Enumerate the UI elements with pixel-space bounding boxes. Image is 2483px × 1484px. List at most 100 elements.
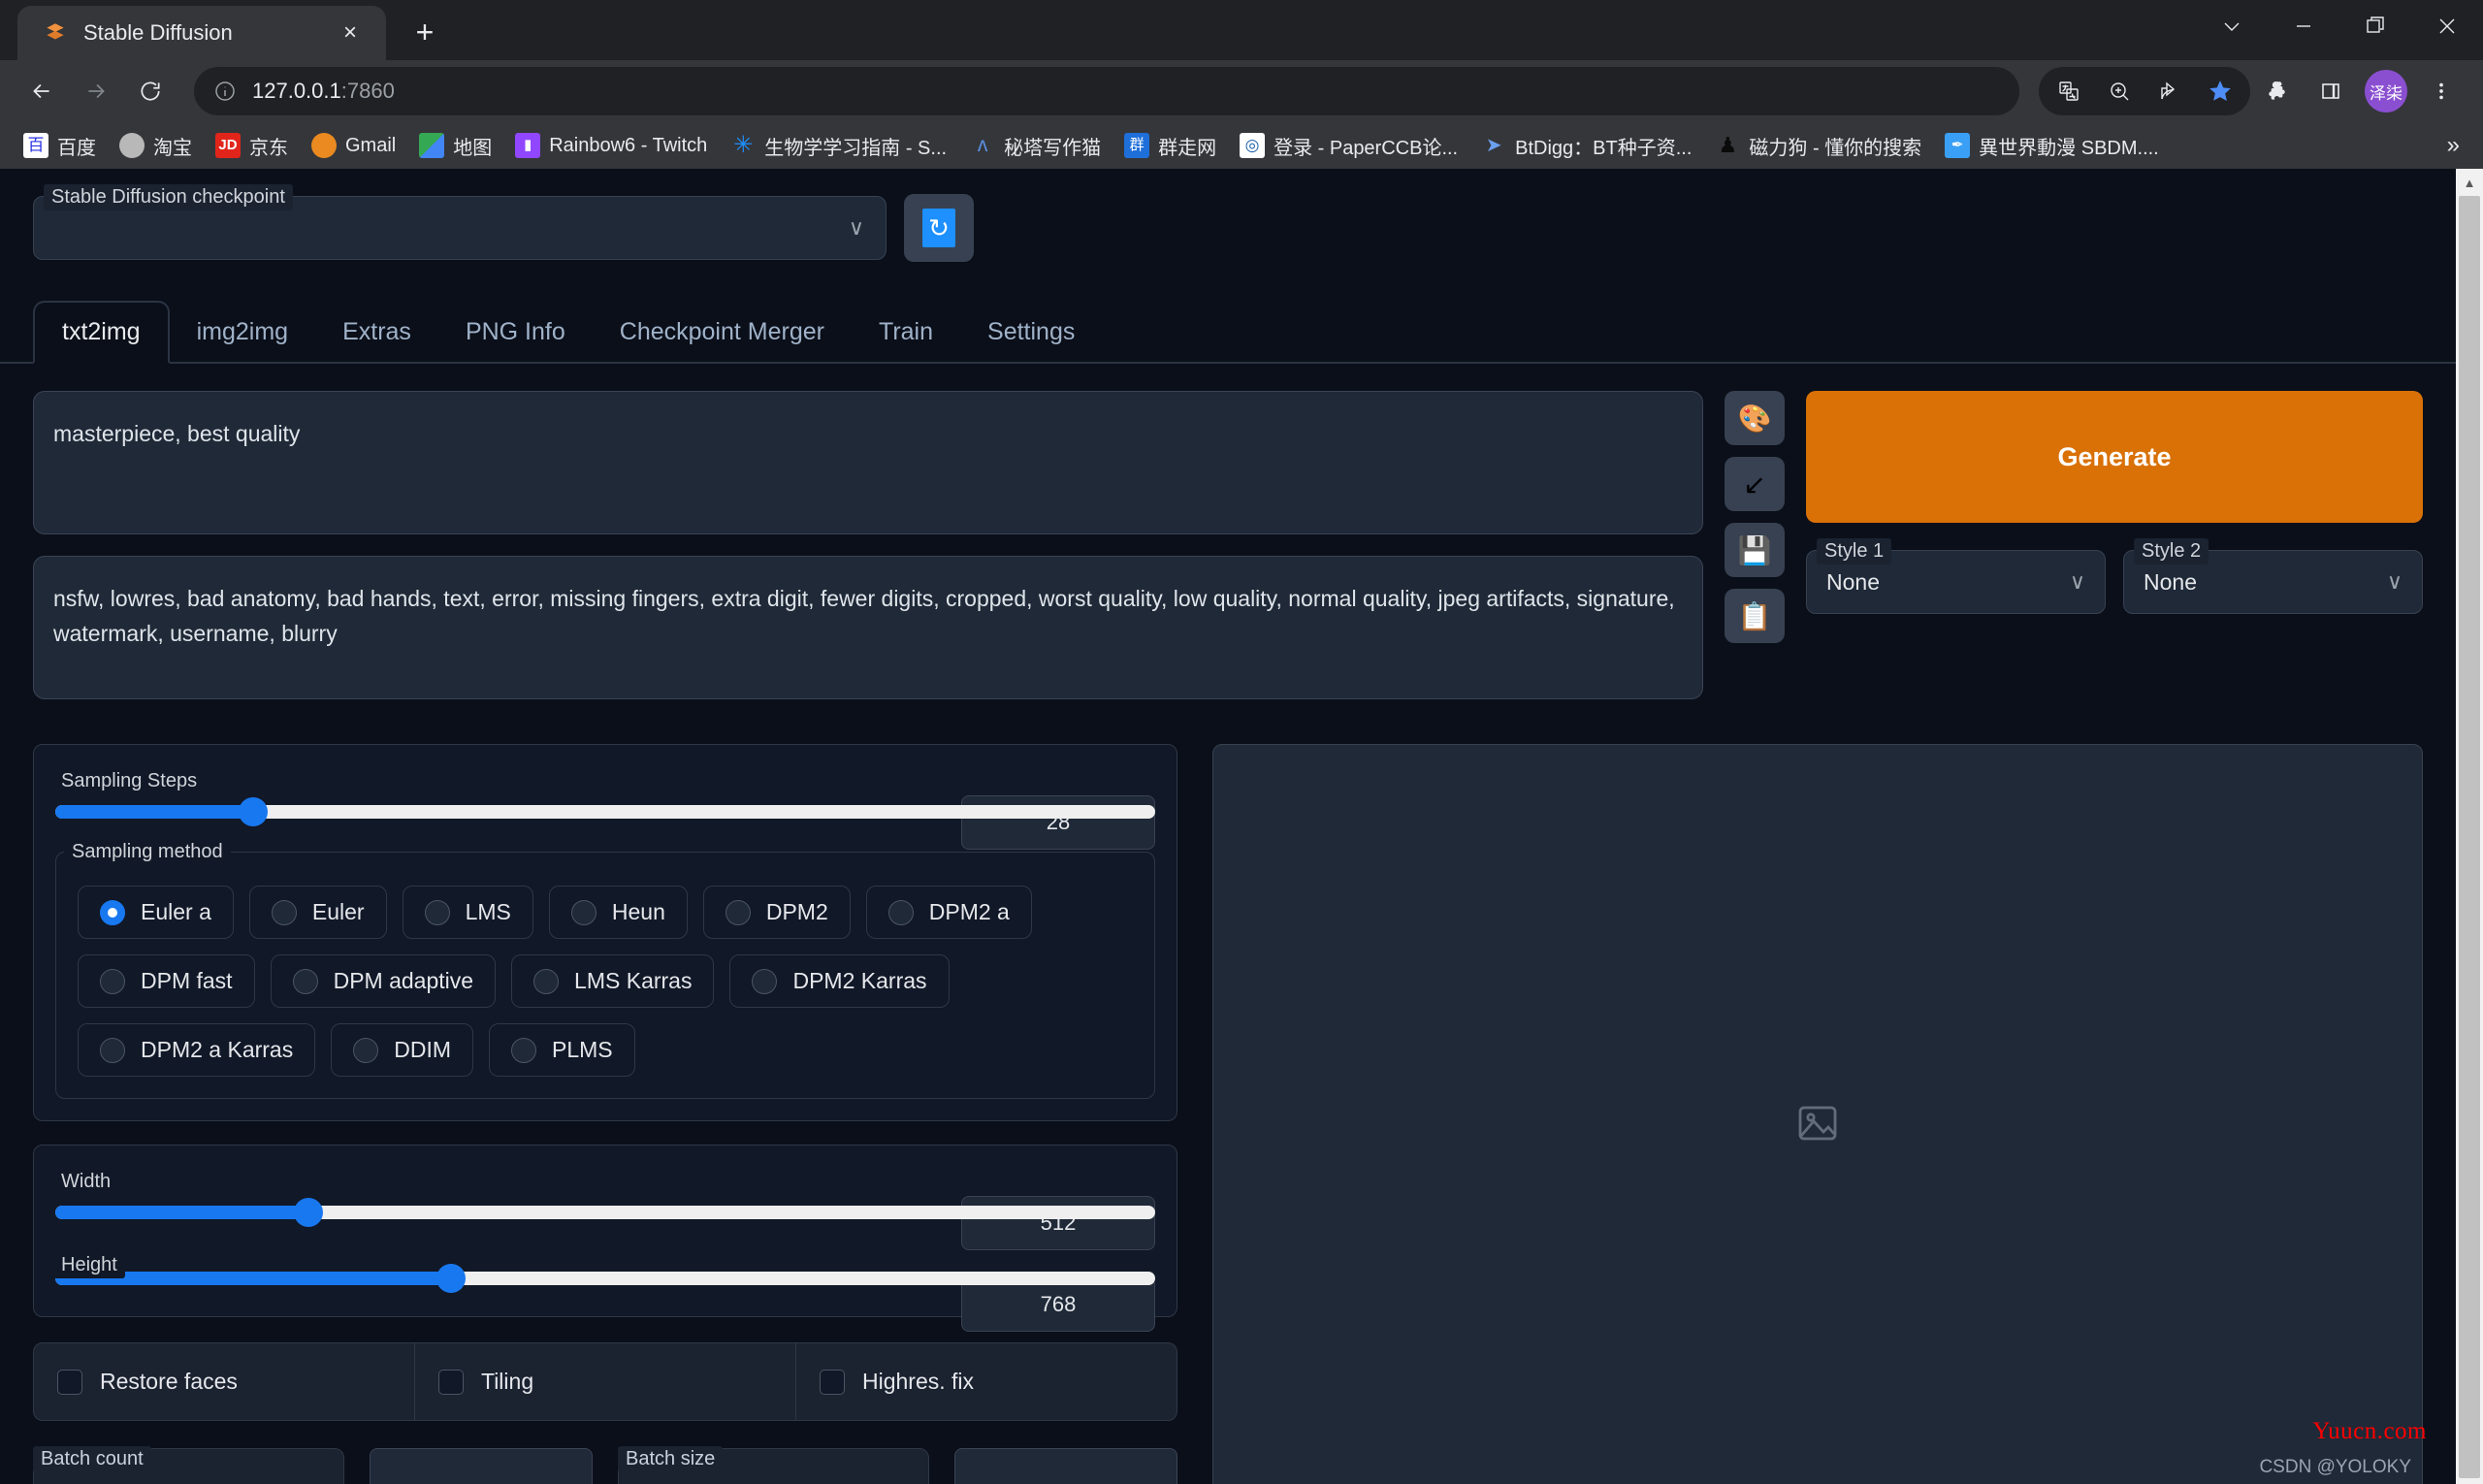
height-slider[interactable]: Height 768 [55, 1272, 1155, 1285]
checkbox-icon [820, 1370, 845, 1395]
tab-extras[interactable]: Extras [315, 303, 438, 362]
zoom-icon[interactable] [2095, 67, 2144, 115]
height-track[interactable] [55, 1272, 1155, 1285]
bookmark-item[interactable]: JD京东 [206, 127, 298, 165]
sampling-group: Sampling Steps 28 Sampling method Euler … [33, 744, 1177, 1121]
width-track[interactable] [55, 1206, 1155, 1219]
batch-size-slider[interactable]: Batch size [618, 1448, 929, 1484]
chevron-down-icon[interactable] [2196, 0, 2268, 52]
bookmark-item[interactable]: ➤BtDigg：BT种子资... [1471, 127, 1701, 165]
browser-tab[interactable]: Stable Diffusion × [17, 6, 386, 60]
radio-heun[interactable]: Heun [549, 886, 688, 939]
bookmark-item[interactable]: ▮Rainbow6 - Twitch [505, 128, 717, 163]
radio-dpm2-a-karras[interactable]: DPM2 a Karras [78, 1023, 315, 1077]
radio-dpm-fast[interactable]: DPM fast [78, 954, 255, 1008]
radio-ddim[interactable]: DDIM [331, 1023, 473, 1077]
height-knob[interactable] [436, 1264, 466, 1293]
new-tab-button[interactable]: + [400, 7, 450, 57]
read-generation-parameters-icon[interactable]: ↙ [1725, 457, 1785, 511]
show-extra-networks-icon[interactable]: 🎨 [1725, 391, 1785, 445]
tiling-checkbox[interactable]: Tiling [415, 1343, 796, 1420]
address-bar[interactable]: 127.0.0.1:7860 [194, 67, 2019, 115]
bookmark-item[interactable]: ◎登录 - PaperCCB论... [1230, 127, 1467, 165]
tab-settings[interactable]: Settings [960, 303, 1102, 362]
radio-dpm2[interactable]: DPM2 [703, 886, 851, 939]
extensions-icon[interactable] [2254, 67, 2303, 115]
tab-img2img[interactable]: img2img [170, 303, 315, 362]
main-content-row: Sampling Steps 28 Sampling method Euler … [0, 744, 2456, 1484]
radio-euler-a[interactable]: Euler a [78, 886, 234, 939]
share-icon[interactable] [2145, 67, 2194, 115]
checkbox-label: Tiling [481, 1369, 533, 1395]
profile-avatar[interactable]: 泽柒 [2365, 70, 2407, 113]
bookmark-item[interactable]: 群群走网 [1114, 127, 1226, 165]
batch-count-value[interactable] [370, 1448, 593, 1484]
translate-icon[interactable] [2045, 67, 2093, 115]
style-1-dropdown[interactable]: Style 1 None ∨ [1806, 550, 2106, 614]
maximize-icon[interactable] [2339, 0, 2411, 52]
scrollbar-thumb[interactable] [2459, 196, 2480, 1478]
height-value[interactable]: 768 [961, 1277, 1155, 1332]
radio-dpm2-karras[interactable]: DPM2 Karras [729, 954, 949, 1008]
back-icon[interactable] [17, 67, 66, 115]
generate-button[interactable]: Generate [1806, 391, 2423, 523]
forward-icon[interactable] [72, 67, 120, 115]
reload-icon[interactable] [126, 67, 175, 115]
width-knob[interactable] [294, 1198, 323, 1227]
bookmark-label: 百度 [57, 132, 96, 160]
close-window-icon[interactable] [2411, 0, 2483, 52]
style-2-dropdown[interactable]: Style 2 None ∨ [2123, 550, 2423, 614]
negative-prompt-input[interactable]: nsfw, lowres, bad anatomy, bad hands, te… [33, 556, 1703, 699]
save-style-icon[interactable]: 💾 [1725, 523, 1785, 577]
bookmark-item[interactable]: ᴧ秘塔写作猫 [960, 127, 1111, 165]
site-info-icon[interactable] [213, 80, 237, 103]
restore-faces-checkbox[interactable]: Restore faces [34, 1343, 415, 1420]
sampling-steps-slider[interactable]: Sampling Steps 28 [55, 805, 1155, 819]
batch-size-value[interactable] [954, 1448, 1177, 1484]
tab-png-info[interactable]: PNG Info [438, 303, 593, 362]
bookmark-item[interactable]: ✳生物学学习指南 - S... [721, 127, 956, 165]
bookmark-item[interactable]: ✒異世界動漫 SBDM.... [1935, 127, 2169, 165]
positive-prompt-input[interactable]: masterpiece, best quality [33, 391, 1703, 534]
close-tab-icon[interactable]: × [336, 18, 365, 48]
bookmarks-overflow-icon[interactable]: » [2437, 132, 2469, 159]
checkbox-label: Restore faces [100, 1369, 238, 1395]
width-value[interactable]: 512 [961, 1196, 1155, 1250]
tab-txt2img[interactable]: txt2img [33, 301, 170, 364]
style-2-value: None [2124, 569, 2197, 596]
radio-dpm-adaptive[interactable]: DPM adaptive [271, 954, 496, 1008]
radio-dot-icon [272, 900, 297, 925]
sampling-steps-knob[interactable] [239, 797, 268, 826]
tab-checkpoint-merger[interactable]: Checkpoint Merger [593, 303, 852, 362]
scroll-up-icon[interactable]: ▲ [2464, 169, 2476, 190]
radio-dpm2-a[interactable]: DPM2 a [866, 886, 1032, 939]
page-scrollbar[interactable]: ▲ [2456, 169, 2483, 1484]
bookmark-label: 秘塔写作猫 [1004, 132, 1101, 160]
radio-dot-icon [726, 900, 751, 925]
refresh-checkpoints-button[interactable]: ↻ [904, 194, 974, 262]
bookmark-item[interactable]: 百百度 [14, 127, 106, 165]
bookmark-item[interactable]: 淘宝 [110, 127, 202, 165]
tab-train[interactable]: Train [852, 303, 960, 362]
browser-menu-icon[interactable] [2417, 67, 2466, 115]
bookmark-star-icon[interactable] [2196, 67, 2244, 115]
bookmark-item[interactable]: ♟磁力狗 - 懂你的搜索 [1705, 127, 1931, 165]
output-gallery[interactable] [1212, 744, 2423, 1484]
width-slider[interactable]: Width 512 [55, 1206, 1155, 1219]
minimize-icon[interactable] [2268, 0, 2339, 52]
sampling-steps-track[interactable] [55, 805, 1155, 819]
radio-plms[interactable]: PLMS [489, 1023, 635, 1077]
sampling-steps-value[interactable]: 28 [961, 795, 1155, 850]
radio-lms-karras[interactable]: LMS Karras [511, 954, 714, 1008]
checkpoint-dropdown[interactable]: Stable Diffusion checkpoint ∨ [33, 196, 887, 260]
bookmark-item[interactable]: Gmail [302, 128, 405, 163]
radio-lms[interactable]: LMS [403, 886, 533, 939]
sidebar-icon[interactable] [2306, 67, 2355, 115]
bookmark-item[interactable]: 地图 [409, 127, 501, 165]
apply-style-icon[interactable]: 📋 [1725, 589, 1785, 643]
maps-icon [419, 133, 444, 158]
batch-count-slider[interactable]: Batch count [33, 1448, 344, 1484]
stable-diffusion-favicon [43, 20, 68, 46]
radio-euler[interactable]: Euler [249, 886, 387, 939]
highres-fix-checkbox[interactable]: Highres. fix [796, 1343, 1177, 1420]
